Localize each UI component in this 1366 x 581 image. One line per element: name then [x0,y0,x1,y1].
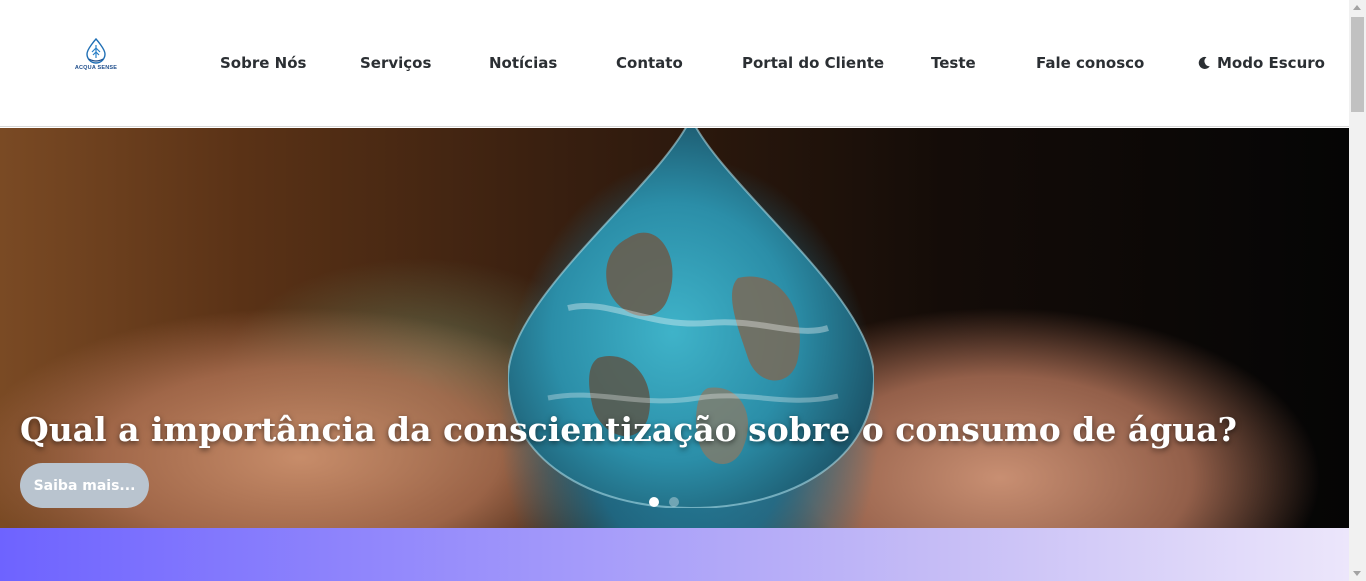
nav-item-servicos[interactable]: Serviços [360,52,431,74]
carousel-indicators [649,497,679,507]
gradient-section [0,528,1349,581]
moon-icon [1198,56,1210,69]
dark-mode-label: Modo Escuro [1217,54,1325,72]
scrollbar-thumb[interactable] [1351,17,1364,112]
earth-water-drop-image [508,128,874,508]
nav-item-contato[interactable]: Contato [616,52,683,74]
scroll-down-icon[interactable] [1353,571,1361,576]
hero-title: Qual a importância da conscientização so… [20,410,1238,449]
scroll-up-icon[interactable] [1353,5,1361,10]
site-header: ACQUA SENSE Sobre Nós Serviços Notícias … [0,0,1349,127]
nav-item-sobre-nos[interactable]: Sobre Nós [220,52,306,74]
carousel-dot-1[interactable] [649,497,659,507]
nav-item-fale-conosco[interactable]: Fale conosco [1036,52,1144,74]
learn-more-button[interactable]: Saiba mais... [20,463,149,508]
nav-item-portal-do-cliente[interactable]: Portal do Cliente [742,52,884,74]
nav-item-teste[interactable]: Teste [931,52,976,74]
hero-carousel: Qual a importância da conscientização so… [0,128,1349,528]
nav-item-noticias[interactable]: Notícias [489,52,557,74]
vertical-scrollbar[interactable] [1349,0,1366,581]
dark-mode-toggle[interactable]: Modo Escuro [1197,52,1325,74]
carousel-dot-2[interactable] [669,497,679,507]
main-nav: Sobre Nós Serviços Notícias Contato Port… [0,0,1349,127]
